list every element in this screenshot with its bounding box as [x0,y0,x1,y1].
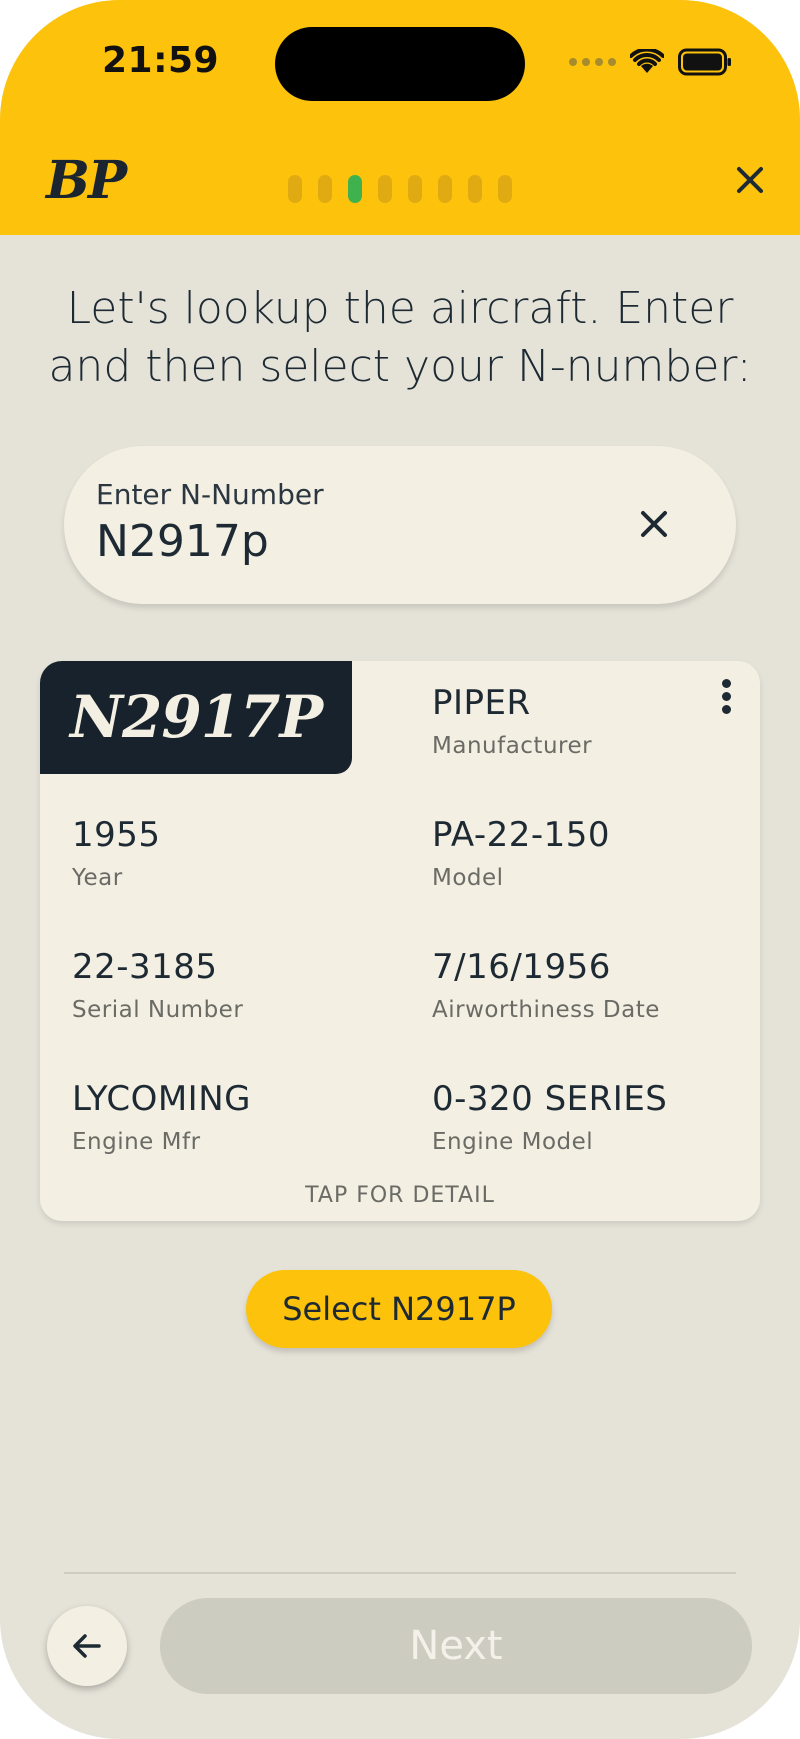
cellular-signal-icon [569,58,616,66]
select-aircraft-button[interactable]: Select N2917P [246,1270,552,1348]
model-label: Model [432,865,504,891]
tail-number-badge: N2917P [40,661,352,774]
progress-step [498,175,512,203]
n-number-input[interactable] [96,516,596,567]
n-number-field[interactable]: Enter N-Number [64,446,736,604]
more-options-icon[interactable] [716,679,736,719]
progress-step [438,175,452,203]
tap-for-detail-hint: TAP FOR DETAIL [305,1183,495,1208]
engine-model-label: Engine Model [432,1129,594,1155]
close-icon[interactable] [730,160,770,200]
progress-step [378,175,392,203]
year-label: Year [72,865,123,891]
back-button[interactable] [47,1606,127,1686]
model-field: PA-22-150 Model [432,815,610,891]
progress-step [408,175,422,203]
arrow-left-icon [73,1634,101,1658]
manufacturer-label: Manufacturer [432,733,593,759]
app-logo: BP [46,150,127,211]
progress-step [318,175,332,203]
phone-screen: 21:59 BP Let's lookup the aircraft. Ente… [0,0,800,1739]
airworthiness-date-value: 7/16/1956 [432,947,611,987]
model-value: PA-22-150 [432,815,611,855]
status-icons [569,48,732,76]
engine-mfr-label: Engine Mfr [72,1129,201,1155]
engine-model-value: 0-320 SERIES [432,1079,668,1119]
serial-number-value: 22-3185 [72,947,218,987]
year-field: 1955 Year [72,815,161,891]
serial-number-label: Serial Number [72,997,244,1023]
aircraft-card[interactable]: N2917P PIPER Manufacturer 1955 Year PA-2… [40,661,760,1221]
lookup-prompt: Let's lookup the aircraft. Enter and the… [48,283,752,392]
airworthiness-date-label: Airworthiness Date [432,997,660,1023]
progress-step [468,175,482,203]
n-number-field-label: Enter N-Number [96,478,324,511]
manufacturer-value: PIPER [432,683,531,723]
airworthiness-date-field: 7/16/1956 Airworthiness Date [432,947,660,1023]
engine-mfr-field: LYCOMING Engine Mfr [72,1079,251,1155]
app-header: 21:59 BP [0,0,800,235]
engine-model-field: 0-320 SERIES Engine Model [432,1079,667,1155]
engine-mfr-value: LYCOMING [72,1079,251,1119]
progress-step [288,175,302,203]
progress-step-active [348,175,362,203]
footer-divider [64,1572,736,1574]
battery-icon [678,48,732,76]
year-value: 1955 [72,815,161,855]
tail-number: N2917P [70,683,323,751]
status-time: 21:59 [102,40,220,81]
manufacturer-field: PIPER Manufacturer [432,683,592,759]
serial-number-field: 22-3185 Serial Number [72,947,243,1023]
wifi-icon [630,49,664,75]
next-button[interactable]: Next [160,1598,752,1694]
dynamic-island [275,27,525,101]
clear-input-icon[interactable] [634,504,674,544]
step-progress-indicator [288,175,512,203]
